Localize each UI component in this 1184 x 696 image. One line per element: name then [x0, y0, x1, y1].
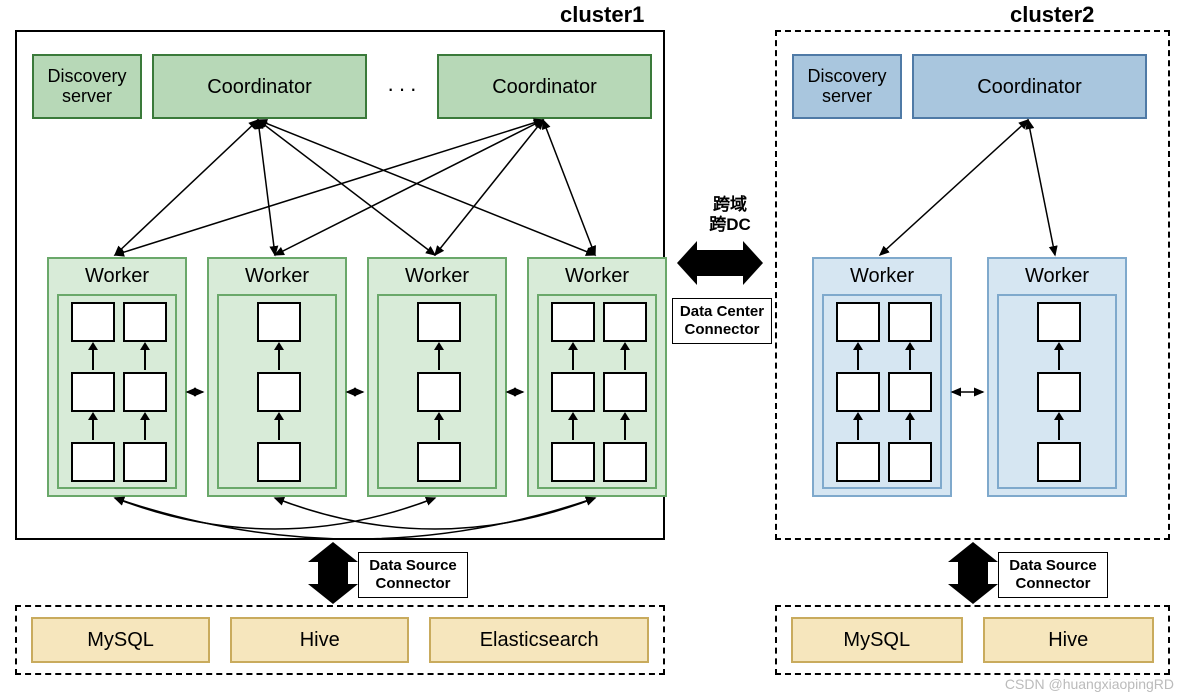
worker-label: Worker	[814, 265, 950, 288]
worker-c2-1: Worker	[812, 257, 952, 497]
worker-body	[57, 294, 177, 489]
mysql-box-c1: MySQL	[31, 617, 210, 663]
cross-domain-label: 跨域 跨DC	[700, 195, 760, 236]
es-box-c1: Elasticsearch	[429, 617, 649, 663]
ds-arrow-c1	[318, 560, 348, 586]
worker-c2-2: Worker	[987, 257, 1127, 497]
ds-conn-l1: Data Source	[1005, 557, 1101, 575]
coordinator-ellipsis: ···	[387, 76, 421, 102]
data-center-connector-label: Data Center Connector	[672, 298, 772, 344]
dc-connector-l2: Connector	[679, 321, 765, 339]
cluster1-box: Discovery server Coordinator ··· Coordin…	[15, 30, 665, 540]
dc-connector-l1: Data Center	[679, 303, 765, 321]
diagram-canvas: { "labels": { "cluster1": "cluster1", "c…	[0, 0, 1184, 696]
hive-box-c2: Hive	[983, 617, 1155, 663]
ds-conn-l2: Connector	[1005, 575, 1101, 593]
watermark: CSDN @huangxiaopingRD	[1005, 676, 1174, 692]
datasource-row-c1: MySQL Hive Elasticsearch	[15, 605, 665, 675]
ds-connector-label-c2: Data Source Connector	[998, 552, 1108, 598]
worker-c1-2: Worker	[207, 257, 347, 497]
ds-conn-l1: Data Source	[365, 557, 461, 575]
ds-arrow-c2	[958, 560, 988, 586]
coordinator-c1-1: Coordinator	[152, 54, 367, 119]
worker-label: Worker	[49, 265, 185, 288]
worker-body	[997, 294, 1117, 489]
worker-body	[822, 294, 942, 489]
cross-line1: 跨域	[700, 195, 760, 215]
worker-label: Worker	[529, 265, 665, 288]
cluster2-label: cluster2	[1010, 2, 1094, 28]
worker-label: Worker	[209, 265, 345, 288]
worker-label: Worker	[989, 265, 1125, 288]
ds-conn-l2: Connector	[365, 575, 461, 593]
ds-connector-label-c1: Data Source Connector	[358, 552, 468, 598]
coordinator-c2: Coordinator	[912, 54, 1147, 119]
coordinator-c1-n: Coordinator	[437, 54, 652, 119]
worker-label: Worker	[369, 265, 505, 288]
discovery-server-c2: Discovery server	[792, 54, 902, 119]
worker-body	[537, 294, 657, 489]
worker-c1-4: Worker	[527, 257, 667, 497]
worker-c1-1: Worker	[47, 257, 187, 497]
datasource-row-c2: MySQL Hive	[775, 605, 1170, 675]
mysql-box-c2: MySQL	[791, 617, 963, 663]
cluster1-label: cluster1	[560, 2, 644, 28]
hive-box-c1: Hive	[230, 617, 409, 663]
cross-dc-arrow	[695, 250, 745, 276]
cross-line2: 跨DC	[700, 215, 760, 235]
worker-c1-3: Worker	[367, 257, 507, 497]
worker-body	[217, 294, 337, 489]
worker-body	[377, 294, 497, 489]
cluster2-box: Discovery server Coordinator Worker Work…	[775, 30, 1170, 540]
discovery-server-c1: Discovery server	[32, 54, 142, 119]
